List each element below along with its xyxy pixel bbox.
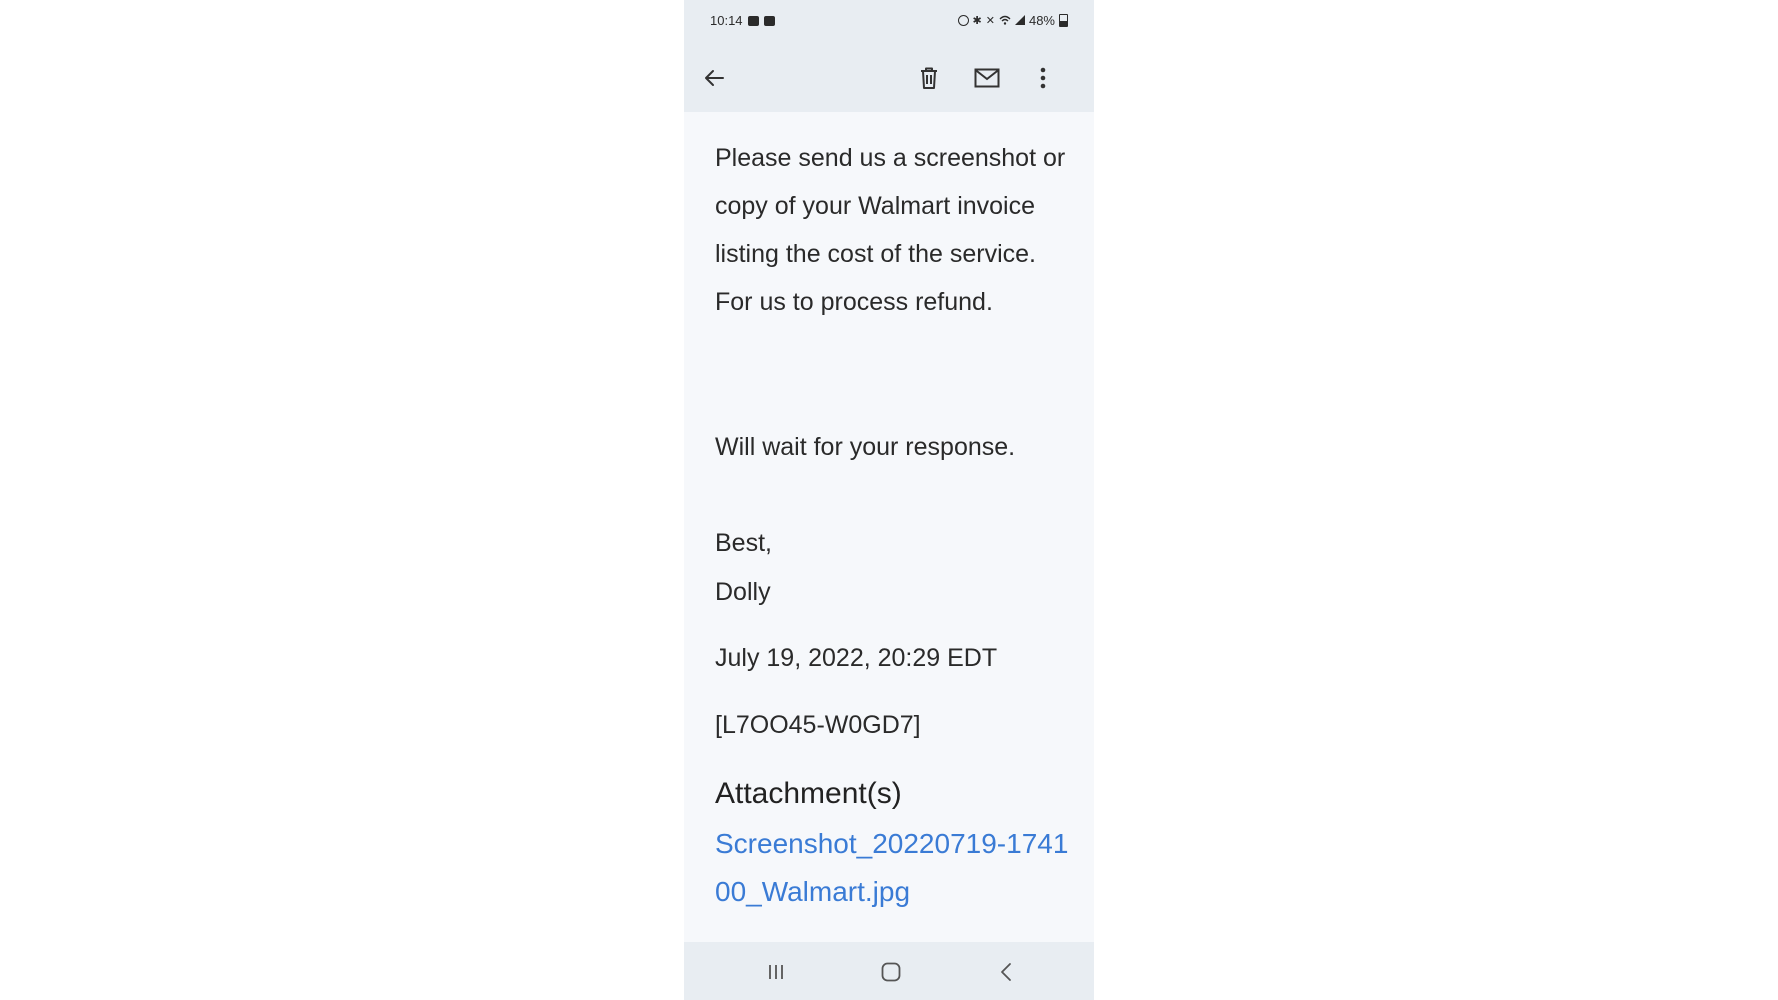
email-reference: [L7OO45-W0GD7] [715,711,921,739]
mail-icon[interactable] [971,62,1003,94]
gallery-icon [747,15,759,26]
email-date: July 19, 2022, 20:29 EDT [715,644,998,672]
home-icon[interactable] [875,956,907,988]
email-signoff: Best, [715,529,772,557]
attachment-link[interactable]: Screenshot_20220719-174100_Walmart.jpg [715,820,1075,916]
signal-icon [1014,13,1025,28]
email-paragraph: Will wait for your response. [715,433,1016,461]
status-bar: 10:14 ✱ ✕ 48% [684,0,1094,44]
back-arrow-icon[interactable] [698,62,730,94]
back-icon[interactable] [990,956,1022,988]
battery-icon [1059,14,1068,27]
mute-icon: ✕ [985,15,995,27]
more-vert-icon[interactable] [1027,62,1059,94]
email-content: Please send us a screenshot or copy of y… [684,112,1094,942]
phone-screen: 10:14 ✱ ✕ 48% Please send us a screensho… [684,0,1094,1000]
youtube-icon [763,15,775,26]
status-left: 10:14 [710,13,775,28]
attachments-heading: Attachment(s) [715,777,902,810]
email-paragraph: Please send us a screenshot or copy of y… [715,144,1066,316]
email-toolbar [684,44,1094,112]
navigation-bar [684,942,1094,1000]
wifi-icon [999,13,1011,28]
alarm-icon [957,15,969,26]
status-time: 10:14 [710,13,743,28]
battery-percent: 48% [1028,13,1055,28]
email-signature: Dolly [715,578,771,606]
status-right: ✱ ✕ 48% [957,13,1068,28]
recents-icon[interactable] [760,956,792,988]
bluetooth-icon: ✱ [972,15,982,27]
trash-icon[interactable] [913,62,945,94]
